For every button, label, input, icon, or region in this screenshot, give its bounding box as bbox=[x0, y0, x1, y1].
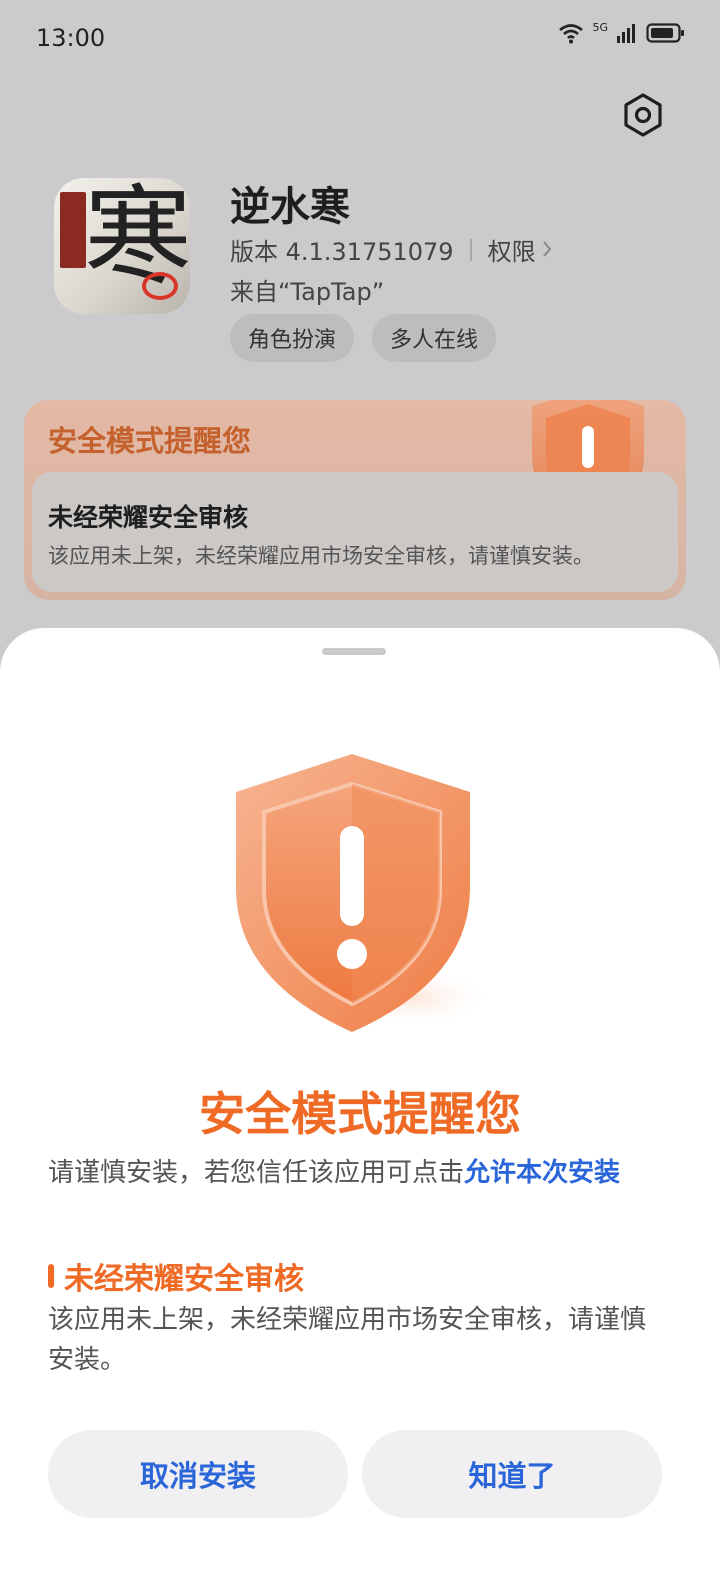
app-tags: 角色扮演 多人在线 bbox=[230, 314, 497, 362]
card-title: 安全模式提醒您 bbox=[48, 424, 252, 458]
status-icons: 5G bbox=[558, 20, 686, 48]
security-bottom-sheet: 安全模式提醒您 请谨慎安装，若您信任该应用可点击允许本次安装 未经荣耀安全审核 … bbox=[0, 628, 720, 1592]
app-icon: 寒 bbox=[54, 178, 190, 314]
app-tag: 多人在线 bbox=[372, 314, 497, 362]
warning-shield-icon bbox=[232, 748, 492, 1040]
section-title: 未经荣耀安全审核 bbox=[48, 1254, 304, 1298]
section-description: 该应用未上架，未经荣耀应用市场安全审核，请谨慎安装。 bbox=[48, 1305, 647, 1375]
section-accent-bar bbox=[48, 1264, 54, 1288]
divider bbox=[469, 238, 472, 261]
sheet-subtitle-text: 请谨慎安装，若您信任该应用可点击 bbox=[48, 1158, 465, 1188]
app-icon-seal bbox=[60, 192, 86, 268]
card-inner-description: 该应用未上架，未经荣耀应用市场安全审核，请谨慎安装。 bbox=[48, 544, 594, 568]
status-time: 13:00 bbox=[36, 24, 106, 52]
security-warning-card: 安全模式提醒您 未经荣耀安全审核 该应用未上架，未经荣耀应用市场安全审核，请谨慎… bbox=[24, 400, 686, 600]
chevron-right-icon bbox=[542, 236, 552, 264]
gear-icon bbox=[622, 93, 664, 141]
settings-button[interactable] bbox=[618, 92, 668, 142]
app-source: 来自“TapTap” bbox=[230, 278, 385, 306]
battery-icon bbox=[646, 22, 686, 48]
wifi-icon bbox=[558, 22, 584, 48]
card-inner: 未经荣耀安全审核 该应用未上架，未经荣耀应用市场安全审核，请谨慎安装。 bbox=[32, 472, 678, 592]
permissions-link[interactable]: 权限 bbox=[488, 232, 552, 267]
app-version: 版本 4.1.31751079 bbox=[230, 238, 454, 266]
screen: 13:00 5G 寒 逆水寒 版本 4.1.31751079 权限 来自“Tap… bbox=[0, 0, 720, 1592]
card-inner-title: 未经荣耀安全审核 bbox=[48, 503, 249, 532]
signal-icon bbox=[616, 22, 638, 48]
status-bar: 13:00 5G bbox=[0, 0, 720, 80]
permissions-label: 权限 bbox=[487, 238, 536, 266]
cancel-install-button[interactable]: 取消安装 bbox=[48, 1430, 348, 1518]
app-tag: 角色扮演 bbox=[230, 314, 355, 362]
sheet-drag-handle[interactable] bbox=[322, 648, 386, 655]
section-title-text: 未经荣耀安全审核 bbox=[64, 1262, 304, 1297]
publisher-logo-icon bbox=[142, 272, 178, 300]
allow-install-link[interactable]: 允许本次安装 bbox=[464, 1158, 620, 1188]
sheet-title: 安全模式提醒您 bbox=[199, 1087, 521, 1141]
app-name: 逆水寒 bbox=[230, 184, 350, 230]
network-type-label: 5G bbox=[592, 20, 608, 34]
acknowledge-button[interactable]: 知道了 bbox=[362, 1430, 662, 1518]
version-row: 版本 4.1.31751079 权限 bbox=[230, 232, 552, 267]
app-icon-glyph: 寒 bbox=[84, 178, 190, 300]
sheet-subtitle: 请谨慎安装，若您信任该应用可点击允许本次安装 bbox=[48, 1152, 620, 1189]
